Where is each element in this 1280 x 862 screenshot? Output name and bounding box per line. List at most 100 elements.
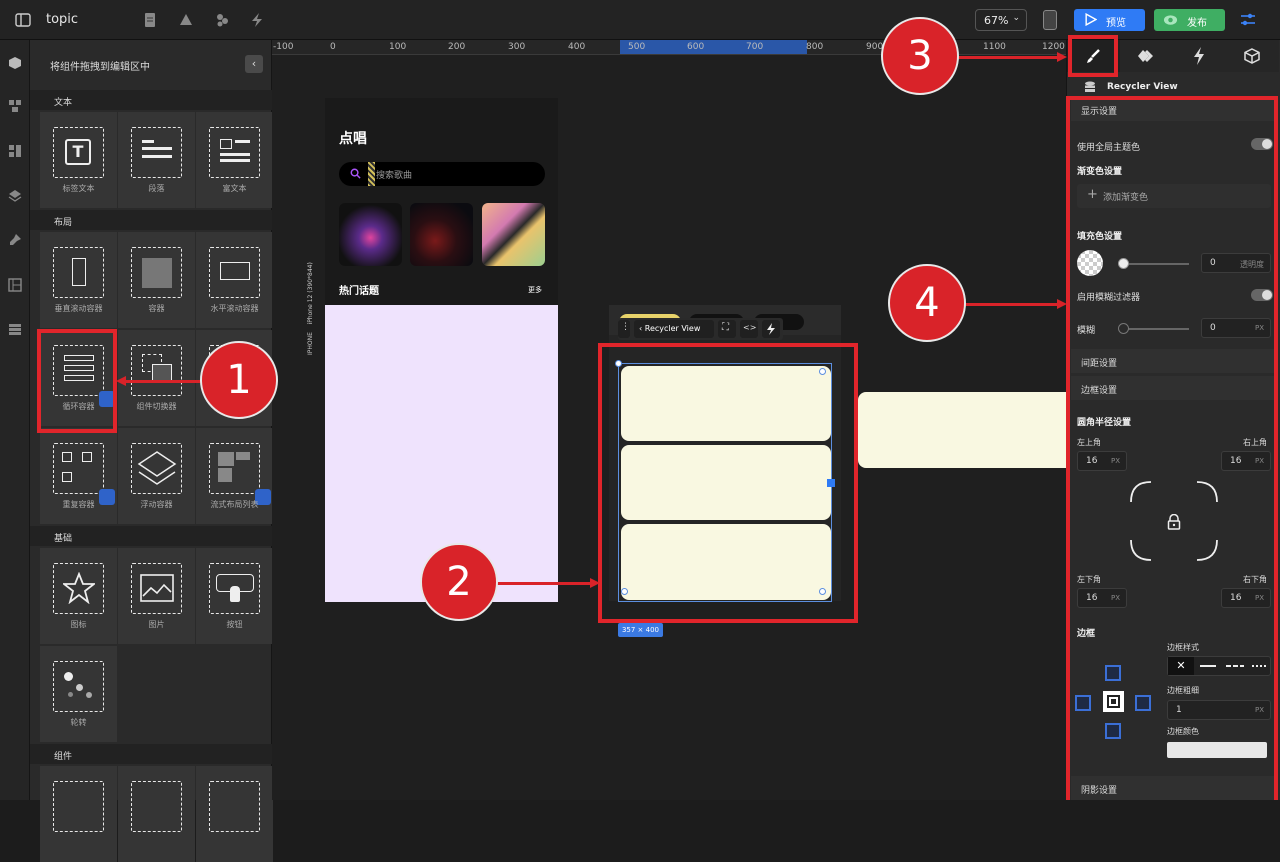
tile-label: 组件切换器 bbox=[136, 402, 177, 411]
ruler-tick: 400 bbox=[568, 42, 586, 52]
tile-button[interactable]: 按钮 bbox=[196, 548, 273, 644]
star-icon bbox=[53, 563, 104, 614]
component-icon bbox=[53, 781, 104, 832]
component-name-button[interactable]: ‹ Recycler View bbox=[634, 320, 714, 338]
document-icon[interactable] bbox=[142, 12, 158, 28]
screen-title: 点唱 bbox=[339, 131, 367, 147]
arrow-1 bbox=[124, 380, 202, 383]
lightning-icon[interactable] bbox=[762, 320, 780, 338]
tile-repeat-container[interactable]: 重复容器 bbox=[40, 428, 117, 524]
tile-rich-text[interactable]: 富文本 bbox=[196, 112, 273, 208]
thumbnail-image[interactable] bbox=[339, 203, 402, 266]
device-label: IPHONE iPhone 12 (390*844) bbox=[307, 262, 314, 355]
section-components: 组件 bbox=[30, 744, 272, 764]
database-icon bbox=[1085, 81, 1095, 92]
tile-component-b[interactable] bbox=[118, 766, 195, 862]
vertical-scroll-icon bbox=[53, 247, 104, 298]
tab-data[interactable] bbox=[1226, 40, 1279, 72]
search-bar[interactable]: 搜索歌曲 bbox=[339, 162, 545, 186]
section-layout: 布局 bbox=[30, 210, 272, 230]
flow-list-icon bbox=[209, 443, 271, 505]
ruler-tick: 500 bbox=[628, 42, 646, 52]
tile-label: 重复容器 bbox=[62, 500, 95, 509]
tab-actions[interactable] bbox=[1173, 40, 1226, 72]
tile-label: 图标 bbox=[70, 620, 87, 629]
left-rail bbox=[0, 40, 30, 800]
highlight-box-1 bbox=[37, 329, 117, 433]
arrow-head-1 bbox=[116, 376, 126, 386]
drag-handle-icon[interactable]: ⋮ bbox=[618, 320, 630, 338]
tile-label-text[interactable]: T 标签文本 bbox=[40, 112, 117, 208]
tile-flow-list[interactable]: 流式布局列表 bbox=[196, 428, 273, 524]
zoom-select[interactable]: 67% ⌄ bbox=[975, 9, 1027, 31]
repeat-icon bbox=[53, 443, 115, 505]
arrow-4 bbox=[964, 303, 1058, 306]
button-icon bbox=[209, 563, 260, 614]
tile-image[interactable]: 图片 bbox=[118, 548, 195, 644]
component-name: Recycler View bbox=[644, 324, 701, 333]
preview-button[interactable]: 预览 bbox=[1074, 9, 1145, 31]
tile-paragraph[interactable]: 段落 bbox=[118, 112, 195, 208]
ruler-selection bbox=[620, 40, 807, 54]
more-link[interactable]: 更多 bbox=[528, 285, 542, 295]
annotation-badge-2: 2 bbox=[420, 543, 498, 621]
arrow-head-2 bbox=[590, 578, 600, 588]
floating-icon bbox=[131, 443, 182, 494]
sidebar-toggle-icon[interactable] bbox=[15, 12, 31, 28]
location-icon bbox=[209, 781, 260, 832]
lightning-icon[interactable] bbox=[249, 12, 265, 28]
ruler-tick: 800 bbox=[806, 42, 824, 52]
phone-screen[interactable]: 点唱 搜索歌曲 热门话题 更多 bbox=[325, 98, 558, 602]
ruler-tick: 300 bbox=[508, 42, 526, 52]
tile-label: 轮转 bbox=[70, 718, 87, 727]
device-phone-icon[interactable] bbox=[1043, 10, 1057, 30]
tile-label: 浮动容器 bbox=[140, 500, 173, 509]
widgets-icon[interactable] bbox=[8, 144, 22, 158]
figma-icon[interactable] bbox=[214, 12, 230, 28]
thumbnail-image[interactable] bbox=[410, 203, 473, 266]
eye-icon bbox=[1163, 15, 1178, 25]
ruler-tick: 0 bbox=[330, 42, 336, 52]
collapse-panel-button[interactable]: ‹ bbox=[245, 55, 263, 73]
tile-label: 水平滚动容器 bbox=[210, 304, 259, 313]
offscreen-list-item[interactable] bbox=[858, 392, 1066, 468]
tile-icon[interactable]: 图标 bbox=[40, 548, 117, 644]
image-icon bbox=[131, 563, 182, 614]
tile-carousel[interactable]: 轮转 bbox=[40, 646, 117, 742]
paragraph-icon bbox=[131, 127, 182, 178]
cube-icon[interactable] bbox=[8, 56, 22, 70]
sliders-icon[interactable] bbox=[1239, 11, 1257, 29]
tile-container[interactable]: 容器 bbox=[118, 232, 195, 328]
tile-component-a[interactable] bbox=[40, 766, 117, 862]
pin-icon[interactable] bbox=[8, 233, 22, 247]
tile-component-switcher[interactable]: 组件切换器 bbox=[118, 330, 195, 426]
tile-label: 图片 bbox=[148, 620, 165, 629]
expand-icon[interactable]: ⛶ bbox=[718, 320, 736, 338]
arrow-head-3 bbox=[1057, 52, 1067, 62]
template-icon[interactable] bbox=[8, 278, 22, 292]
size-badge: 357 × 400 bbox=[618, 623, 663, 637]
play-icon bbox=[1085, 13, 1097, 26]
code-icon[interactable]: <> bbox=[740, 320, 758, 338]
data-icon[interactable] bbox=[8, 322, 22, 336]
tab-layout[interactable] bbox=[1120, 40, 1173, 72]
annotation-badge-4: 4 bbox=[888, 264, 966, 342]
tile-label: 段落 bbox=[148, 184, 165, 193]
ruler-tick: 200 bbox=[448, 42, 466, 52]
drive-icon[interactable] bbox=[178, 12, 194, 28]
search-placeholder: 搜索歌曲 bbox=[376, 171, 413, 181]
thumbnail-image[interactable] bbox=[482, 203, 545, 266]
preview-label: 预览 bbox=[1106, 18, 1126, 29]
tile-vertical-scroll[interactable]: 垂直滚动容器 bbox=[40, 232, 117, 328]
tile-horizontal-scroll[interactable]: 水平滚动容器 bbox=[196, 232, 273, 328]
highlight-box-3 bbox=[1068, 35, 1118, 77]
publish-button[interactable]: 发布 bbox=[1154, 9, 1225, 31]
tile-label: 标签文本 bbox=[62, 184, 95, 193]
components-icon[interactable] bbox=[8, 99, 22, 113]
tile-floating-container[interactable]: 浮动容器 bbox=[118, 428, 195, 524]
container-icon bbox=[131, 247, 182, 298]
arrow-3 bbox=[957, 56, 1057, 59]
layers-icon[interactable] bbox=[8, 189, 22, 203]
tile-component-c[interactable] bbox=[196, 766, 273, 862]
section-title: 热门话题 bbox=[339, 286, 379, 297]
